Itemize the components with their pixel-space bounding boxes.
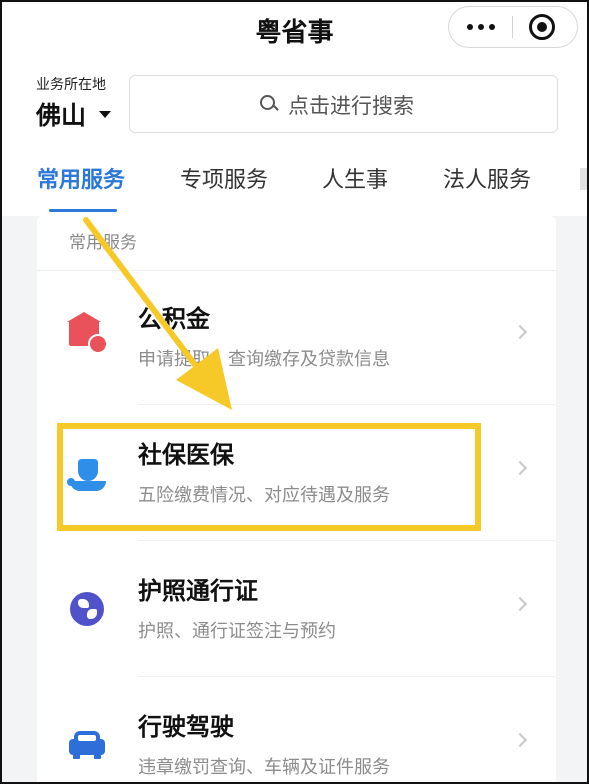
title-bar: 粤省事 — [2, 2, 587, 54]
highlight-box — [57, 423, 481, 531]
divider — [138, 404, 556, 405]
tab-life-events[interactable]: 人生事 — [322, 162, 388, 194]
header: 业务所在地 佛山 点击进行搜索 — [2, 54, 587, 154]
item-description: 申请提取、查询缴存及贷款信息 — [138, 349, 390, 370]
chevron-right-icon — [512, 324, 528, 340]
location-label: 业务所在地 — [36, 77, 106, 93]
list-item-housing-fund[interactable]: 公积金 申请提取、查询缴存及贷款信息 — [37, 271, 556, 405]
item-description: 护照、通行证签注与预约 — [138, 621, 336, 642]
divider — [138, 676, 556, 677]
item-description: 违章缴罚查询、车辆及证件服务 — [138, 757, 390, 778]
item-title: 护照通行证 — [138, 577, 258, 605]
phone-screen: 粤省事 业务所在地 佛山 点击进行搜索 常用服务 专项服务 人生事 法人服务 常… — [0, 0, 589, 784]
caret-down-icon[interactable] — [99, 111, 111, 118]
list-item-passport[interactable]: 护照通行证 护照、通行证签注与预约 — [37, 543, 556, 677]
car-icon — [67, 725, 113, 771]
chevron-right-icon — [512, 732, 528, 748]
globe-icon — [67, 589, 113, 635]
housing-fund-icon — [67, 312, 113, 363]
chevron-right-icon — [512, 596, 528, 612]
more-dots-icon[interactable] — [463, 7, 499, 47]
tab-special-services[interactable]: 专项服务 — [180, 162, 268, 194]
tab-overflow-edge — [580, 168, 587, 190]
search-input[interactable]: 点击进行搜索 — [129, 75, 558, 133]
miniprogram-close-icon[interactable] — [529, 14, 555, 40]
tab-common-services[interactable]: 常用服务 — [37, 162, 125, 194]
divider — [138, 540, 556, 541]
item-title: 行驶驾驶 — [138, 713, 234, 741]
item-title: 公积金 — [138, 305, 210, 333]
list-item-driving[interactable]: 行驶驾驶 违章缴罚查询、车辆及证件服务 — [37, 679, 556, 782]
search-placeholder: 点击进行搜索 — [288, 94, 414, 118]
miniprogram-capsule — [448, 6, 578, 48]
tab-legal-person-services[interactable]: 法人服务 — [443, 162, 531, 194]
chevron-right-icon — [512, 460, 528, 476]
capsule-divider — [512, 16, 513, 38]
section-title: 常用服务 — [69, 233, 137, 253]
service-tabs: 常用服务 专项服务 人生事 法人服务 — [2, 154, 587, 216]
city-selector[interactable]: 佛山 — [36, 96, 86, 132]
search-icon — [258, 93, 280, 115]
active-tab-indicator — [49, 209, 117, 212]
